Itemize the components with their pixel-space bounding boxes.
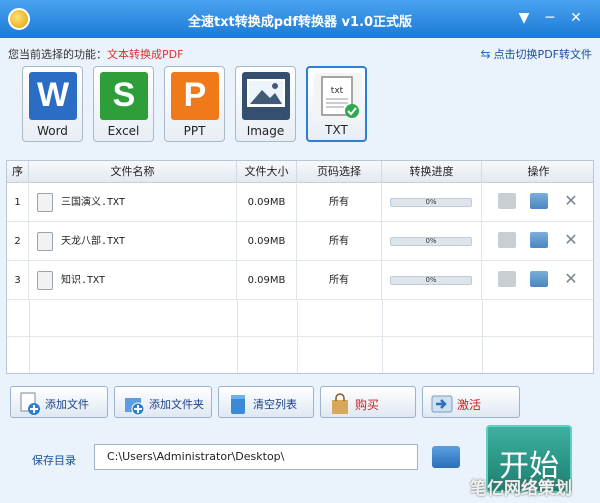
function-label-text: 您当前选择的功能： (8, 48, 107, 61)
file-size: 0.09MB (237, 222, 297, 261)
switch-mode-label: 点击切换PDF转文件 (493, 48, 592, 61)
actions-cell: ✕ (482, 183, 595, 222)
clear-list-label: 清空列表 (253, 398, 297, 411)
text-file-icon (37, 271, 53, 290)
text-file-icon (37, 232, 53, 251)
print-icon[interactable] (498, 271, 516, 287)
activate-label: 激活 (457, 398, 482, 412)
save-path-field[interactable]: C:\Users\Administrator\Desktop\ (94, 444, 418, 470)
column-header-name: 文件名称 (29, 161, 237, 183)
file-name-cell: 知识.TXT (29, 261, 237, 300)
txt-icon: txt (314, 73, 362, 121)
format-tile-txt[interactable]: txt TXT (306, 66, 367, 142)
delete-icon[interactable]: ✕ (562, 232, 580, 248)
watermark-text: 笔亿网络策划 (470, 479, 572, 499)
format-tile-ppt[interactable]: P PPT (164, 66, 225, 142)
page-selection[interactable]: 所有 (297, 183, 382, 222)
file-name: 天龙八部.TXT (61, 236, 126, 247)
column-header-actions: 操作 (527, 165, 550, 178)
trash-bin-icon (227, 392, 247, 414)
table-header: 序 文件名称 文件大小 页码选择 转换进度 操作 (7, 161, 593, 183)
format-caption: PPT (183, 124, 206, 138)
switch-arrows-icon: ⇆ (480, 47, 491, 61)
row-index: 1 (7, 183, 29, 222)
activate-arrow-icon (431, 392, 453, 414)
ppt-icon: P (171, 72, 219, 120)
print-icon[interactable] (498, 193, 516, 209)
current-function: 文本转换成PDF (107, 48, 184, 61)
svg-text:txt: txt (331, 86, 344, 96)
delete-icon[interactable]: ✕ (562, 193, 580, 209)
close-button[interactable]: ✕ (568, 10, 584, 26)
progress-cell: 0% (382, 261, 482, 300)
switch-mode-link[interactable]: ⇆ 点击切换PDF转文件 (481, 46, 593, 62)
browse-folder-icon[interactable] (432, 446, 460, 468)
table-row[interactable]: 1 三国演义.TXT 0.09MB 所有 0% ✕ (7, 183, 593, 222)
add-folder-icon (123, 392, 145, 416)
file-name: 知识.TXT (61, 275, 106, 286)
file-size: 0.09MB (237, 183, 297, 222)
folder-icon[interactable] (530, 232, 548, 248)
file-name: 三国演义.TXT (61, 197, 126, 208)
print-icon[interactable] (498, 232, 516, 248)
progress-bar: 0% (390, 276, 472, 285)
empty-row (7, 337, 593, 373)
format-tile-excel[interactable]: S Excel (93, 66, 154, 142)
format-caption: Image (246, 124, 285, 138)
progress-cell: 0% (382, 183, 482, 222)
current-function-label: 您当前选择的功能：文本转换成PDF (8, 46, 183, 62)
buy-button[interactable]: 购买 (320, 386, 416, 418)
empty-row (7, 300, 593, 337)
column-header-pages: 页码选择 (297, 161, 382, 183)
row-index: 2 (7, 222, 29, 261)
actions-cell: ✕ (482, 222, 595, 261)
activate-button[interactable]: 激活 (422, 386, 520, 418)
page-selection[interactable]: 所有 (297, 222, 382, 261)
add-file-button[interactable]: 添加文件 (10, 386, 108, 418)
shopping-bag-icon (329, 392, 349, 414)
progress-cell: 0% (382, 222, 482, 261)
save-dir-label: 保存目录 (32, 454, 76, 467)
progress-text: 0% (425, 198, 437, 206)
format-caption: Excel (107, 124, 140, 138)
file-size: 0.09MB (237, 261, 297, 300)
file-name-cell: 三国演义.TXT (29, 183, 237, 222)
format-caption: Word (37, 124, 68, 138)
progress-text: 0% (425, 276, 437, 284)
add-file-icon (19, 392, 40, 415)
column-header-size: 文件大小 (237, 161, 297, 183)
buy-label: 购买 (355, 398, 380, 412)
restore-button[interactable]: ─ (542, 10, 558, 26)
page-selection[interactable]: 所有 (297, 261, 382, 300)
table-row[interactable]: 3 知识.TXT 0.09MB 所有 0% ✕ (7, 261, 593, 300)
title-bar: 全速txt转换成pdf转换器 v1.0正式版 ▼ ─ ✕ (0, 0, 600, 38)
image-icon (242, 72, 290, 120)
progress-bar: 0% (390, 237, 472, 246)
folder-icon[interactable] (530, 193, 548, 209)
actions-cell: ✕ (482, 261, 595, 300)
file-name-cell: 天龙八部.TXT (29, 222, 237, 261)
progress-text: 0% (425, 237, 437, 245)
format-tile-word[interactable]: W Word (22, 66, 83, 142)
progress-bar: 0% (390, 198, 472, 207)
add-file-label: 添加文件 (45, 398, 89, 411)
table-row[interactable]: 2 天龙八部.TXT 0.09MB 所有 0% ✕ (7, 222, 593, 261)
function-bar: 您当前选择的功能：文本转换成PDF ⇆ 点击切换PDF转文件 (0, 40, 600, 64)
format-tile-image[interactable]: Image (235, 66, 296, 142)
text-file-icon (37, 193, 53, 212)
row-index: 3 (7, 261, 29, 300)
folder-icon[interactable] (530, 271, 548, 287)
window-title: 全速txt转换成pdf转换器 v1.0正式版 (187, 15, 413, 30)
word-icon: W (29, 72, 77, 120)
minimize-button[interactable]: ▼ (516, 10, 532, 26)
add-folder-button[interactable]: 添加文件夹 (114, 386, 212, 418)
format-caption: TXT (325, 123, 348, 137)
delete-icon[interactable]: ✕ (562, 271, 580, 287)
column-header-index: 序 (7, 161, 29, 183)
excel-icon: S (100, 72, 148, 120)
add-folder-label: 添加文件夹 (149, 398, 204, 411)
column-header-progress: 转换进度 (382, 161, 482, 183)
file-table: 序 文件名称 文件大小 页码选择 转换进度 操作 1 三国演义.TXT 0.09… (6, 160, 594, 374)
clear-list-button[interactable]: 清空列表 (218, 386, 314, 418)
